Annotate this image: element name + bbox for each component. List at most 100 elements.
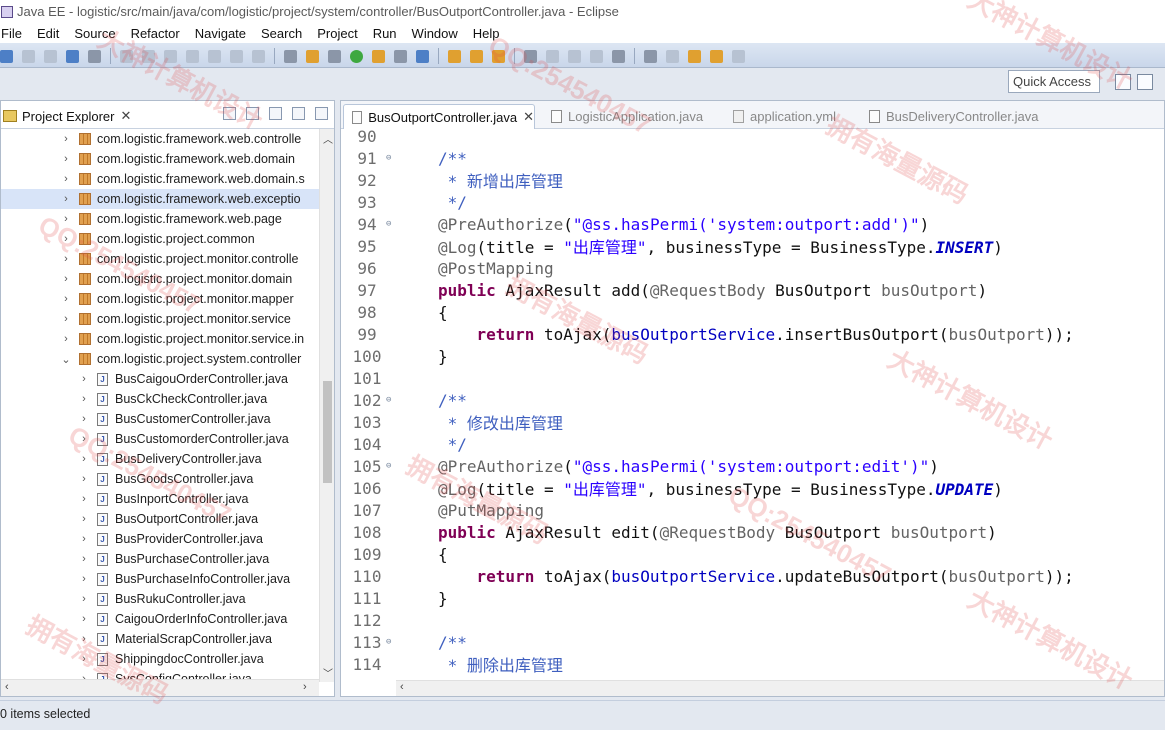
annotation-icon[interactable]	[546, 49, 559, 63]
step-return-icon[interactable]	[252, 49, 265, 63]
back-icon[interactable]	[710, 49, 723, 63]
block-selection-icon[interactable]	[568, 49, 581, 63]
chevron-right-icon[interactable]: ›	[61, 213, 71, 225]
tree-package-item[interactable]: › com.logistic.framework.web.domain	[1, 149, 319, 169]
coverage-icon[interactable]	[372, 49, 385, 63]
tree-file-item[interactable]: › J BusCaigouOrderController.java	[1, 369, 319, 389]
tree-file-item[interactable]: › J BusOutportController.java	[1, 509, 319, 529]
show-whitespace-icon[interactable]	[590, 49, 603, 63]
close-icon[interactable]: ✕	[523, 109, 534, 125]
previous-annotation-icon[interactable]	[666, 49, 679, 63]
tree-package-item[interactable]: › com.logistic.project.common	[1, 229, 319, 249]
terminal-icon[interactable]	[66, 49, 79, 63]
chevron-right-icon[interactable]: ›	[61, 273, 71, 285]
tab-project-explorer[interactable]: Project Explorer ✕	[1, 104, 131, 128]
chevron-right-icon[interactable]: ›	[61, 173, 71, 185]
tree-file-item[interactable]: › J BusProviderController.java	[1, 529, 319, 549]
last-edit-icon[interactable]	[688, 49, 701, 63]
tree-file-item[interactable]: › J MaterialScrapController.java	[1, 629, 319, 649]
suspend-icon[interactable]	[142, 49, 155, 63]
link-with-editor-icon[interactable]	[246, 107, 259, 120]
tree-file-item[interactable]: › J BusInportController.java	[1, 489, 319, 509]
menu-run[interactable]: Run	[373, 26, 397, 41]
chevron-right-icon[interactable]: ›	[79, 473, 89, 485]
menu-help[interactable]: Help	[473, 26, 500, 41]
chevron-right-icon[interactable]: ›	[79, 633, 89, 645]
tree-horizontal-scrollbar[interactable]: ‹ ›	[1, 679, 319, 696]
run-icon[interactable]	[350, 49, 363, 63]
tree-package-item[interactable]: › com.logistic.project.monitor.domain	[1, 269, 319, 289]
fold-toggle-icon[interactable]: ⊖	[386, 461, 391, 471]
tree-package-item[interactable]: › com.logistic.project.monitor.mapper	[1, 289, 319, 309]
chevron-right-icon[interactable]: ›	[61, 313, 71, 325]
resume-icon[interactable]	[120, 49, 133, 63]
menu-file[interactable]: File	[1, 26, 22, 41]
skip-breakpoints-icon[interactable]	[88, 49, 101, 63]
menu-source[interactable]: Source	[74, 26, 115, 41]
chevron-right-icon[interactable]: ›	[79, 653, 89, 665]
tree-file-item[interactable]: › J BusDeliveryController.java	[1, 449, 319, 469]
view-menu-icon[interactable]	[269, 107, 282, 120]
tree-vertical-scrollbar[interactable]: ︿ ﹀	[319, 129, 334, 682]
tree-package-item[interactable]: › com.logistic.framework.web.domain.s	[1, 169, 319, 189]
search-icon[interactable]	[492, 49, 505, 63]
save-icon[interactable]	[22, 49, 35, 63]
scroll-up-icon[interactable]: ︿	[323, 131, 333, 146]
new-icon[interactable]	[0, 49, 13, 63]
scroll-left-icon[interactable]: ‹	[5, 681, 9, 693]
step-over-icon[interactable]	[230, 49, 243, 63]
chevron-right-icon[interactable]: ›	[79, 493, 89, 505]
chevron-right-icon[interactable]: ›	[79, 573, 89, 585]
debug-icon[interactable]	[328, 49, 341, 63]
minimize-icon[interactable]	[292, 107, 305, 120]
web-browser-icon[interactable]	[612, 49, 625, 63]
tree-file-item[interactable]: › J BusCkCheckController.java	[1, 389, 319, 409]
menu-refactor[interactable]: Refactor	[131, 26, 180, 41]
open-resource-icon[interactable]	[470, 49, 483, 63]
tree-file-item[interactable]: › J BusGoodsController.java	[1, 469, 319, 489]
tree-file-item[interactable]: › J CaigouOrderInfoController.java	[1, 609, 319, 629]
chevron-right-icon[interactable]: ›	[79, 533, 89, 545]
tree-file-item[interactable]: › J BusRukuController.java	[1, 589, 319, 609]
menu-window[interactable]: Window	[412, 26, 458, 41]
chevron-right-icon[interactable]: ›	[61, 133, 71, 145]
tree-package-item[interactable]: › com.logistic.framework.web.page	[1, 209, 319, 229]
toggle-mark-icon[interactable]	[524, 49, 537, 63]
chevron-right-icon[interactable]: ›	[79, 613, 89, 625]
fold-toggle-icon[interactable]: ⊖	[386, 637, 391, 647]
scrollbar-thumb[interactable]	[323, 381, 332, 483]
chevron-right-icon[interactable]: ›	[61, 293, 71, 305]
menu-search[interactable]: Search	[261, 26, 302, 41]
tree-package-item[interactable]: ⌄ com.logistic.project.system.controller	[1, 349, 319, 369]
chevron-right-icon[interactable]: ›	[61, 153, 71, 165]
scroll-down-icon[interactable]: ﹀	[323, 665, 333, 680]
collapse-all-icon[interactable]	[223, 107, 236, 120]
chevron-down-icon[interactable]: ⌄	[61, 353, 71, 366]
menu-navigate[interactable]: Navigate	[195, 26, 246, 41]
fold-toggle-icon[interactable]: ⊖	[386, 219, 391, 229]
scroll-right-icon[interactable]: ›	[303, 681, 307, 693]
tree-file-item[interactable]: › J SysConfigController.java	[1, 669, 319, 679]
fold-toggle-icon[interactable]: ⊖	[386, 153, 391, 163]
chevron-right-icon[interactable]: ›	[61, 233, 71, 245]
chevron-right-icon[interactable]: ›	[79, 433, 89, 445]
tree-file-item[interactable]: › J ShippingdocController.java	[1, 649, 319, 669]
chevron-right-icon[interactable]: ›	[79, 593, 89, 605]
tree-package-item[interactable]: › com.logistic.project.monitor.service	[1, 309, 319, 329]
tree-package-item[interactable]: › com.logistic.project.monitor.service.in	[1, 329, 319, 349]
new-class-icon[interactable]	[416, 49, 429, 63]
chevron-right-icon[interactable]: ›	[61, 333, 71, 345]
close-icon[interactable]: ✕	[120, 108, 131, 124]
disconnect-icon[interactable]	[186, 49, 199, 63]
save-all-icon[interactable]	[44, 49, 57, 63]
menu-edit[interactable]: Edit	[37, 26, 59, 41]
chevron-right-icon[interactable]: ›	[79, 373, 89, 385]
quick-access-input[interactable]: Quick Access	[1008, 70, 1100, 93]
build-icon[interactable]	[306, 49, 319, 63]
chevron-right-icon[interactable]: ›	[79, 413, 89, 425]
tree-file-item[interactable]: › J BusPurchaseInfoController.java	[1, 569, 319, 589]
tree-file-item[interactable]: › J BusCustomorderController.java	[1, 429, 319, 449]
menu-project[interactable]: Project	[317, 26, 357, 41]
chevron-right-icon[interactable]: ›	[79, 393, 89, 405]
fold-toggle-icon[interactable]: ⊖	[386, 395, 391, 405]
